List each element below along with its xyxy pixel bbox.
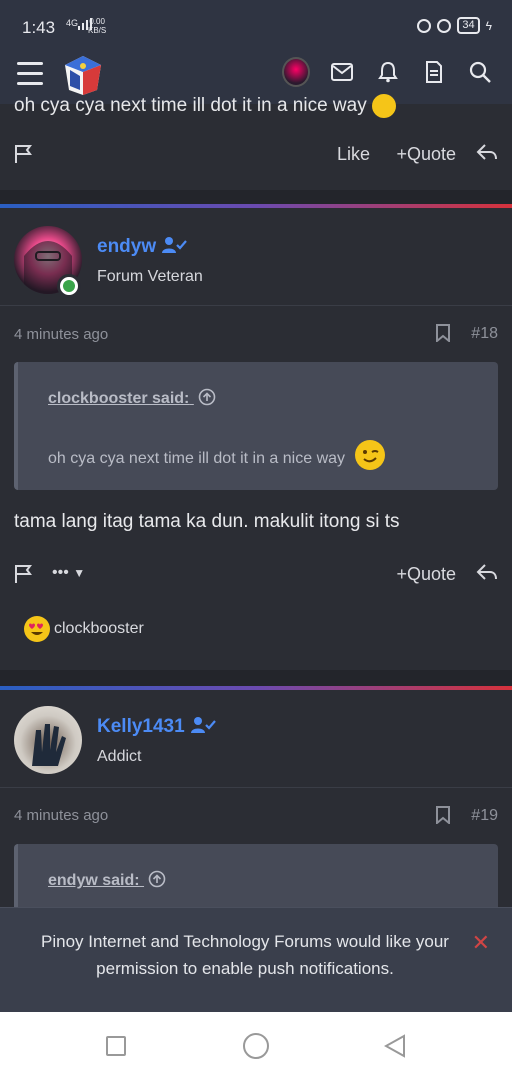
document-icon[interactable] (420, 58, 448, 86)
like-button[interactable]: Like (337, 144, 370, 165)
quote-button[interactable]: +Quote (396, 564, 456, 585)
online-status-icon (57, 274, 81, 298)
status-bar: 1:43 4G 0.00 KB/S 34 ϟ (0, 0, 512, 52)
sync-icon (437, 18, 452, 33)
user-avatar[interactable] (282, 57, 310, 87)
status-time: 1:43 (22, 18, 56, 37)
previous-post-actions: Like +Quote (0, 136, 512, 176)
user-title: Addict (97, 748, 142, 765)
post-actions-18: ••• ▼ +Quote (0, 556, 512, 596)
bell-icon[interactable] (374, 58, 402, 86)
push-notification-banner: Pinoy Internet and Technology Forums wou… (0, 907, 512, 1012)
bookmark-icon[interactable] (436, 324, 450, 347)
back-icon[interactable] (384, 1034, 406, 1058)
system-navigation-bar (0, 1012, 512, 1080)
more-label: ••• (52, 564, 69, 581)
charging-icon: ϟ (485, 18, 492, 33)
verified-user-icon (162, 237, 188, 253)
quote-button[interactable]: +Quote (396, 144, 456, 165)
menu-icon[interactable] (17, 62, 43, 86)
bookmark-icon[interactable] (436, 806, 450, 829)
divider (0, 305, 512, 306)
post-body: tama lang itag tama ka dun. makulit iton… (14, 511, 400, 532)
quote-author-link[interactable]: clockbooster said: (48, 388, 216, 408)
quote-author: clockbooster said: (48, 390, 190, 407)
username: Kelly1431 (97, 716, 185, 737)
heart-eyes-emoji-icon (24, 616, 50, 642)
network-speed: 0.00 KB/S (88, 17, 106, 35)
battery-icon: 34 (457, 17, 480, 34)
chevron-down-icon: ▼ (73, 566, 86, 580)
reaction-user[interactable]: clockbooster (54, 620, 144, 638)
username-link[interactable]: endyw (97, 236, 188, 258)
previous-post-text: oh cya cya next time ill dot it in a nic… (14, 94, 396, 118)
quote-author-link[interactable]: endyw said: (48, 870, 166, 890)
reply-icon[interactable] (476, 562, 498, 587)
jump-to-quote-icon (148, 870, 166, 888)
site-logo[interactable] (62, 54, 104, 96)
quote-block: clockbooster said: oh cya cya next time … (14, 362, 498, 490)
quote-text-body: oh cya cya next time ill dot it in a nic… (48, 450, 346, 467)
post-number[interactable]: #19 (471, 807, 498, 825)
signal-label: 4G (66, 18, 79, 28)
close-icon[interactable]: ✕ (472, 930, 490, 956)
user-title: Forum Veteran (97, 268, 203, 285)
speed-value: 0.00 (89, 17, 105, 26)
recent-apps-icon[interactable] (106, 1036, 126, 1056)
quote-text: oh cya cya next time ill dot it in a nic… (48, 440, 386, 470)
post-number[interactable]: #18 (471, 325, 498, 343)
divider (0, 787, 512, 788)
search-icon[interactable] (466, 58, 494, 86)
quote-author: endyw said: (48, 872, 140, 889)
report-flag-icon[interactable] (14, 144, 34, 169)
dnd-icon (417, 18, 432, 33)
quote-label: Quote (406, 144, 456, 164)
reply-icon[interactable] (476, 142, 498, 167)
more-options-button[interactable]: ••• ▼ (52, 564, 85, 582)
report-flag-icon[interactable] (14, 564, 34, 589)
quote-block: endyw said: (14, 844, 498, 914)
post-time[interactable]: 4 minutes ago (14, 807, 108, 824)
wink-emoji-icon (372, 94, 396, 118)
post-time[interactable]: 4 minutes ago (14, 326, 108, 343)
post-gap (0, 190, 512, 204)
previous-post-body: oh cya cya next time ill dot it in a nic… (14, 95, 367, 117)
reaction-summary[interactable]: clockbooster (24, 616, 144, 642)
quote-label: Quote (406, 564, 456, 584)
mail-icon[interactable] (328, 58, 356, 86)
push-message[interactable]: Pinoy Internet and Technology Forums wou… (20, 928, 470, 982)
username: endyw (97, 236, 157, 257)
post-header-19: Kelly1431 Addict (0, 690, 512, 786)
avatar[interactable] (14, 706, 82, 774)
username-link[interactable]: Kelly1431 (97, 716, 216, 738)
wink-emoji-icon (355, 440, 386, 470)
verified-user-icon (190, 717, 216, 733)
speed-unit: KB/S (88, 26, 107, 35)
post-header-18: endyw Forum Veteran (0, 208, 512, 304)
post-gap (0, 670, 512, 686)
home-icon[interactable] (243, 1033, 269, 1059)
jump-to-quote-icon (198, 388, 216, 406)
